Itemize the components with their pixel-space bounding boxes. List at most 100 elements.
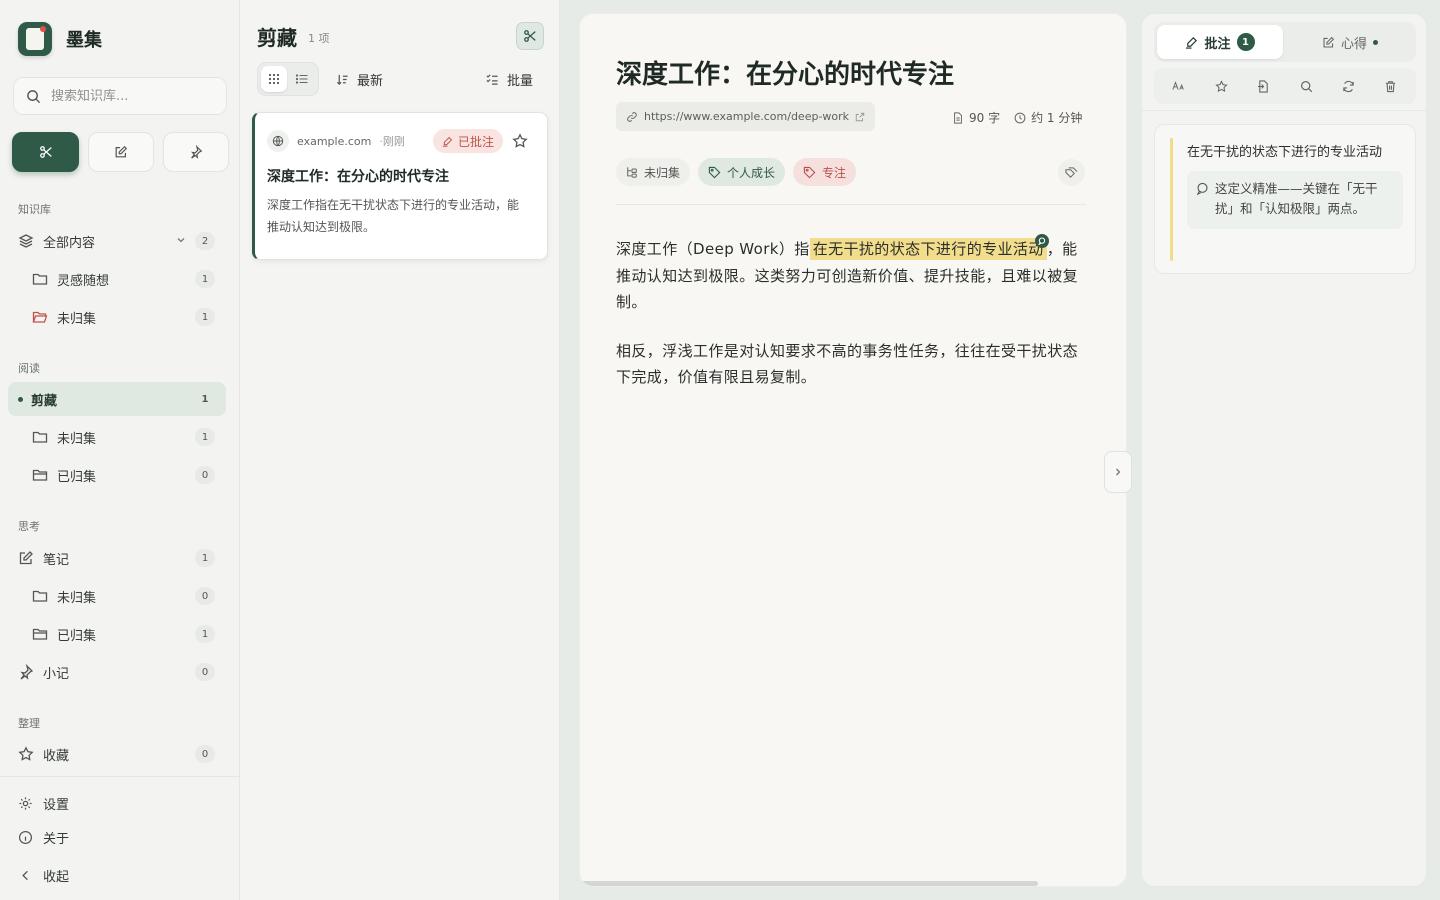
star-icon[interactable] — [512, 133, 528, 149]
badge-label: 已批注 — [458, 134, 495, 149]
highlight[interactable]: 在无干扰的状态下进行的专业活动 — [809, 234, 1049, 260]
sort-icon — [336, 73, 349, 86]
count-badge: 1 — [201, 393, 209, 405]
nav-library-unfiled[interactable]: 未归集 1 — [8, 300, 226, 334]
source-url: https://www.example.com/deep-work — [644, 110, 850, 123]
annotation-count-badge: 1 — [1236, 33, 1255, 51]
scissors-icon — [39, 145, 53, 159]
search-in-article-button[interactable] — [1293, 73, 1319, 99]
highlighter-icon — [1185, 36, 1198, 49]
tab-label: 心得 — [1340, 36, 1367, 52]
clock-icon — [1014, 112, 1026, 124]
gear-icon — [18, 796, 33, 811]
app-logo — [18, 22, 52, 56]
brand: 墨集 — [18, 22, 102, 56]
nav-memos[interactable]: 小记 0 — [8, 655, 226, 689]
source-url-link[interactable]: https://www.example.com/deep-work — [616, 102, 876, 131]
toggle-panel-button[interactable] — [1104, 451, 1132, 493]
count-badge: 1 — [195, 549, 215, 567]
tag-chip[interactable]: 个人成长 — [698, 158, 786, 186]
sort-label: 最新 — [357, 74, 384, 89]
mode-switcher — [12, 132, 229, 172]
delete-button[interactable] — [1378, 73, 1404, 99]
tab-label: 批注 — [1204, 36, 1231, 52]
nav-inspiration[interactable]: 灵感随想 1 — [8, 262, 226, 296]
mode-memo-button[interactable] — [163, 132, 229, 172]
document-icon — [952, 111, 964, 124]
nav-label: 收藏 — [43, 748, 70, 764]
paragraph: 相反，浮浅工作是对认知要求不高的事务性任务，往往在受干扰状态下完成，价值有限且易… — [616, 341, 1079, 387]
checklist-icon — [486, 73, 499, 86]
nav-favorites[interactable]: 收藏 0 — [8, 737, 226, 771]
tag-chip[interactable]: 专注 — [793, 158, 857, 186]
collapse-label: 收起 — [43, 870, 70, 885]
font-size-button[interactable] — [1166, 73, 1192, 99]
nav-notes-filed[interactable]: 已归集 1 — [8, 617, 226, 651]
active-dot — [18, 396, 23, 402]
read-time-text: 约 1 分钟 — [1031, 111, 1083, 125]
nav-label: 未归集 — [57, 311, 97, 327]
mode-clip-button[interactable] — [12, 132, 79, 172]
export-button[interactable] — [1251, 73, 1277, 99]
count-badge: 0 — [195, 587, 215, 605]
nav-label: 剪藏 — [31, 393, 58, 409]
clip-card[interactable]: example.com ·刚刚 已批注 深度工作：在分心的时代专注 深度工作指在… — [252, 112, 548, 260]
nav-all-content[interactable]: 全部内容 2 — [8, 224, 226, 258]
divider — [0, 776, 239, 777]
about-link[interactable]: 关于 — [18, 828, 69, 847]
nav-reading-unfiled[interactable]: 未归集 1 — [8, 420, 226, 454]
count-badge: 1 — [195, 308, 215, 326]
tab-insights[interactable]: 心得 — [1287, 25, 1413, 59]
nav-notes-unfiled[interactable]: 未归集 0 — [8, 579, 226, 613]
count-badge: 1 — [195, 270, 215, 288]
chevron-down-icon[interactable] — [176, 235, 186, 245]
collection-tag[interactable]: 未归集 — [616, 158, 691, 186]
nav-notes[interactable]: 笔记 1 — [8, 541, 226, 575]
nav-clips[interactable]: 剪藏 1 — [8, 382, 226, 416]
nav-reading-filed[interactable]: 已归集 0 — [8, 458, 226, 492]
search-box[interactable] — [13, 77, 227, 115]
annotation-card[interactable]: 在无干扰的状态下进行的专业活动 这定义精准——关键在「无干扰」和「认知极限」两点… — [1154, 124, 1416, 274]
list-icon — [296, 73, 308, 85]
collapse-sidebar-button[interactable]: 收起 — [18, 866, 69, 885]
comment-icon[interactable] — [1034, 234, 1049, 248]
nav-label: 已归集 — [57, 469, 97, 485]
tab-annotations[interactable]: 批注 1 — [1157, 25, 1283, 59]
chevron-right-icon — [1113, 467, 1123, 477]
count-badge: 1 — [195, 625, 215, 643]
folder-open-icon — [32, 309, 48, 325]
settings-link[interactable]: 设置 — [18, 794, 69, 813]
tags-icon — [1065, 166, 1078, 179]
tag-icon — [708, 166, 721, 179]
favorite-button[interactable] — [1208, 73, 1234, 99]
text-run: 深度工作（Deep Work）指 — [616, 240, 810, 258]
card-title: 深度工作：在分心的时代专注 — [267, 169, 449, 185]
word-count: 90 字 — [952, 109, 1000, 126]
sort-button[interactable]: 最新 — [336, 70, 383, 89]
grid-view-button[interactable] — [261, 66, 287, 92]
font-size-icon — [1172, 80, 1186, 92]
search-input[interactable] — [51, 88, 211, 104]
star-icon — [18, 746, 34, 762]
horizontal-scrollbar[interactable] — [580, 881, 1038, 886]
collection-label: 未归集 — [644, 165, 681, 180]
tag-icon — [803, 166, 816, 179]
nav-label: 全部内容 — [43, 235, 96, 251]
batch-button[interactable]: 批量 — [486, 70, 533, 89]
comment-icon — [1196, 182, 1209, 195]
trash-icon — [1384, 80, 1397, 93]
nav-label: 未归集 — [57, 431, 97, 447]
refresh-button[interactable] — [1335, 73, 1361, 99]
list-view-button[interactable] — [289, 66, 315, 92]
list-title: 剪藏 — [257, 26, 297, 50]
annotation-note[interactable]: 这定义精准——关键在「无干扰」和「认知极限」两点。 — [1187, 171, 1403, 229]
mode-note-button[interactable] — [88, 132, 154, 172]
new-clip-button[interactable] — [516, 22, 544, 50]
add-tag-button[interactable] — [1058, 159, 1085, 186]
section-reading: 阅读 — [18, 362, 40, 375]
annotation-quote: 在无干扰的状态下进行的专业活动 — [1187, 145, 1383, 160]
card-excerpt: 深度工作指在无干扰状态下进行的专业活动，能推动认知达到极限。 — [267, 198, 520, 234]
globe-icon — [267, 130, 289, 152]
card-meta: example.com ·刚刚 — [267, 130, 405, 152]
highlight-bar — [1170, 138, 1173, 261]
